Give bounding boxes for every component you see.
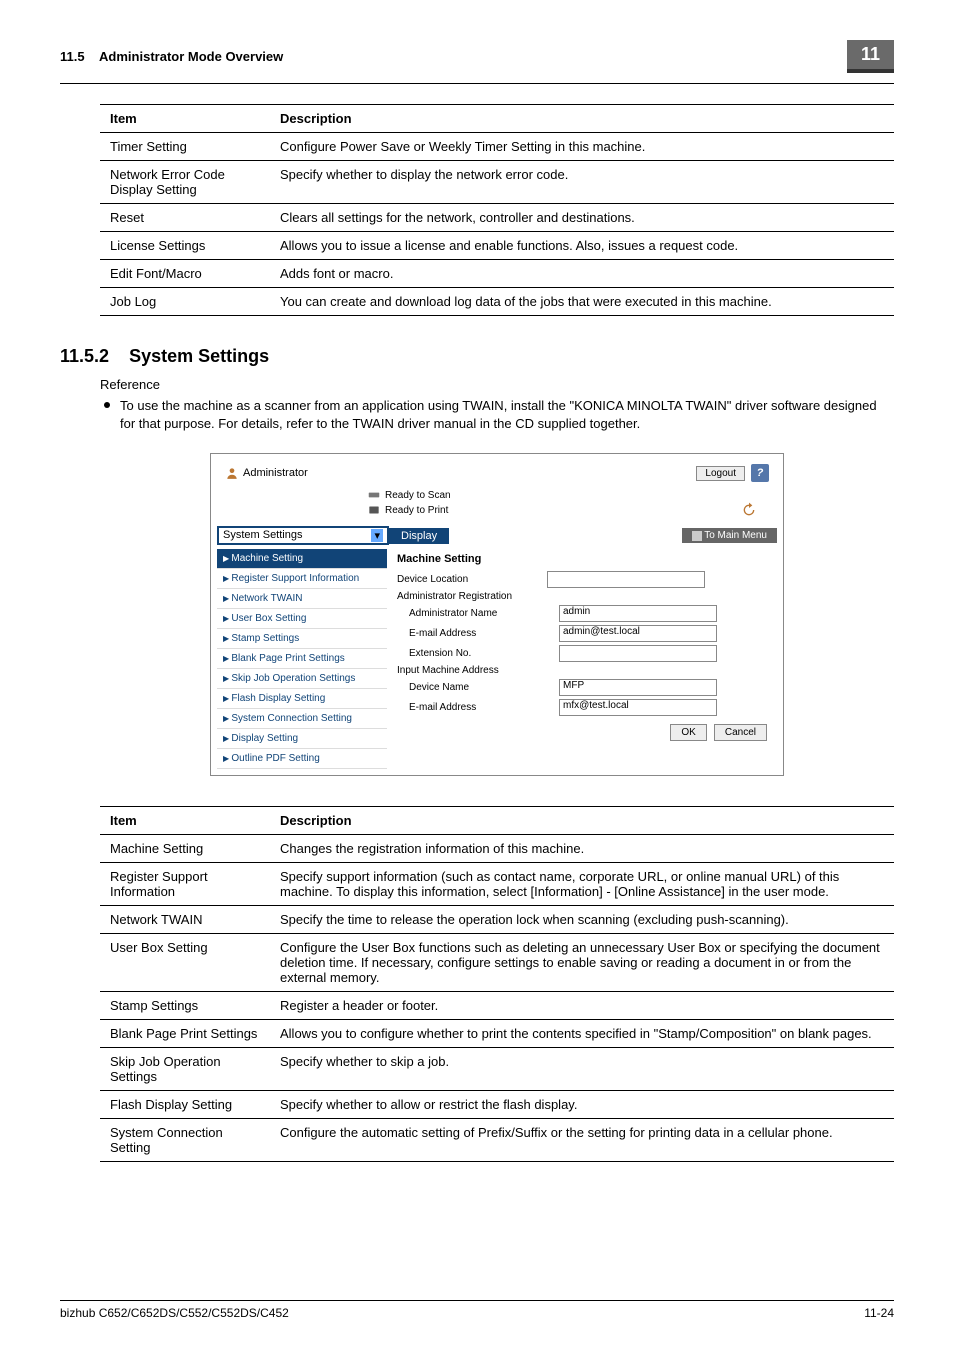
table-cell: Configure the automatic setting of Prefi… bbox=[270, 1119, 894, 1162]
table-cell: Register a header or footer. bbox=[270, 992, 894, 1020]
text-input[interactable] bbox=[559, 645, 717, 662]
settings-table-1: ItemDescription Timer SettingConfigure P… bbox=[100, 104, 894, 316]
table-cell: Network TWAIN bbox=[100, 906, 270, 934]
table-cell: Timer Setting bbox=[100, 133, 270, 161]
text-input[interactable]: admin@test.local bbox=[559, 625, 717, 642]
chevron-down-icon: ▾ bbox=[371, 529, 383, 542]
table-cell: Configure Power Save or Weekly Timer Set… bbox=[270, 133, 894, 161]
text-input[interactable]: mfx@test.local bbox=[559, 699, 717, 716]
sidebar-item[interactable]: Skip Job Operation Settings bbox=[217, 669, 387, 689]
page-footer: bizhub C652/C652DS/C552/C552DS/C45211-24 bbox=[60, 1300, 894, 1320]
table-cell: Specify whether to allow or restrict the… bbox=[270, 1091, 894, 1119]
field-group-label: Administrator Registration bbox=[397, 591, 547, 602]
table-cell: Specify whether to skip a job. bbox=[270, 1048, 894, 1091]
field-label: E-mail Address bbox=[397, 628, 559, 639]
sidebar-item[interactable]: User Box Setting bbox=[217, 609, 387, 629]
display-button[interactable]: Display bbox=[389, 528, 449, 544]
header-section: 11.5 Administrator Mode Overview bbox=[60, 49, 283, 64]
table-cell: Specify support information (such as con… bbox=[270, 863, 894, 906]
table-cell: You can create and download log data of … bbox=[270, 288, 894, 316]
table-cell: License Settings bbox=[100, 232, 270, 260]
table-cell: Edit Font/Macro bbox=[100, 260, 270, 288]
cancel-button[interactable]: Cancel bbox=[714, 724, 767, 741]
table-cell: Changes the registration information of … bbox=[270, 835, 894, 863]
text-input[interactable]: admin bbox=[559, 605, 717, 622]
table-cell: Specify the time to release the operatio… bbox=[270, 906, 894, 934]
text-input[interactable]: MFP bbox=[559, 679, 717, 696]
sidebar-item[interactable]: Display Setting bbox=[217, 729, 387, 749]
table-cell: Job Log bbox=[100, 288, 270, 316]
table-cell: Configure the User Box functions such as… bbox=[270, 934, 894, 992]
table-cell: Flash Display Setting bbox=[100, 1091, 270, 1119]
settings-table-2: ItemDescription Machine SettingChanges t… bbox=[100, 806, 894, 1162]
table-cell: Register Support Information bbox=[100, 863, 270, 906]
table-cell: Adds font or macro. bbox=[270, 260, 894, 288]
reference-label: Reference bbox=[100, 377, 894, 392]
menu-icon bbox=[692, 531, 702, 541]
sidebar-item[interactable]: Blank Page Print Settings bbox=[217, 649, 387, 669]
sidebar-nav: Machine SettingRegister Support Informat… bbox=[217, 549, 387, 769]
table-cell: Machine Setting bbox=[100, 835, 270, 863]
table-cell: Blank Page Print Settings bbox=[100, 1020, 270, 1048]
category-select[interactable]: System Settings▾ bbox=[217, 526, 389, 545]
table-cell: Reset bbox=[100, 204, 270, 232]
chapter-tab: 11 bbox=[847, 40, 894, 73]
printer-icon bbox=[367, 503, 381, 517]
scanner-icon bbox=[367, 488, 381, 502]
to-main-menu-button[interactable]: To Main Menu bbox=[682, 528, 777, 543]
field-label: Extension No. bbox=[397, 648, 559, 659]
table-cell: Allows you to configure whether to print… bbox=[270, 1020, 894, 1048]
admin-label: Administrator bbox=[225, 464, 308, 482]
sidebar-item[interactable]: Stamp Settings bbox=[217, 629, 387, 649]
table-cell: Specify whether to display the network e… bbox=[270, 161, 894, 204]
sidebar-item[interactable]: Outline PDF Setting bbox=[217, 749, 387, 769]
help-icon[interactable]: ? bbox=[751, 464, 769, 482]
field-label: E-mail Address bbox=[397, 702, 559, 713]
table-cell: Network Error Code Display Setting bbox=[100, 161, 270, 204]
reference-bullet: To use the machine as a scanner from an … bbox=[100, 397, 894, 433]
refresh-icon[interactable] bbox=[741, 502, 757, 518]
table-cell: Stamp Settings bbox=[100, 992, 270, 1020]
status-area: Ready to Scan Ready to Print bbox=[217, 486, 777, 526]
field-label: Administrator Name bbox=[397, 608, 559, 619]
screenshot: Administrator Logout ? Ready to Scan Rea… bbox=[210, 453, 784, 776]
field-label: Device Name bbox=[397, 682, 559, 693]
logout-button[interactable]: Logout bbox=[696, 466, 745, 481]
table-cell: Skip Job Operation Settings bbox=[100, 1048, 270, 1091]
sidebar-item[interactable]: Network TWAIN bbox=[217, 589, 387, 609]
table-cell: Clears all settings for the network, con… bbox=[270, 204, 894, 232]
user-icon bbox=[225, 466, 239, 480]
table-cell: System Connection Setting bbox=[100, 1119, 270, 1162]
sidebar-item[interactable]: Flash Display Setting bbox=[217, 689, 387, 709]
text-input[interactable] bbox=[547, 571, 705, 588]
ok-button[interactable]: OK bbox=[670, 724, 706, 741]
table-cell: User Box Setting bbox=[100, 934, 270, 992]
sidebar-item[interactable]: Register Support Information bbox=[217, 569, 387, 589]
panel-title: Machine Setting bbox=[397, 553, 767, 565]
section-heading: 11.5.2 System Settings bbox=[60, 346, 894, 367]
field-label: Device Location bbox=[397, 574, 547, 585]
field-group-label: Input Machine Address bbox=[397, 665, 547, 676]
sidebar-item[interactable]: System Connection Setting bbox=[217, 709, 387, 729]
table-cell: Allows you to issue a license and enable… bbox=[270, 232, 894, 260]
sidebar-item[interactable]: Machine Setting bbox=[217, 549, 387, 569]
